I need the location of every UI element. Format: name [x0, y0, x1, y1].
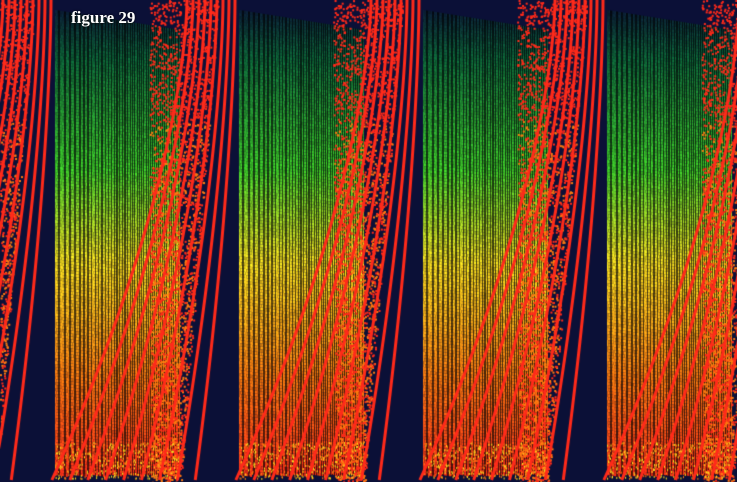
figure-canvas: figure 29	[0, 0, 737, 482]
figure-caption: figure 29	[71, 8, 136, 27]
fractal-artwork-image	[0, 0, 737, 482]
